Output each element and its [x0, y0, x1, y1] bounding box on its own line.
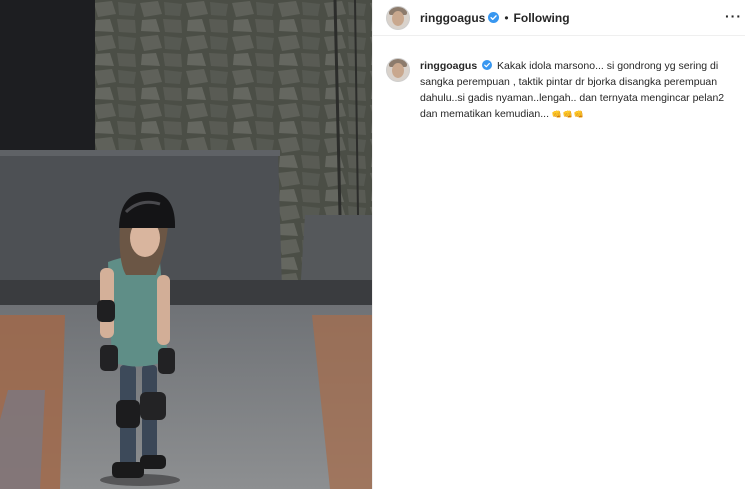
post-photo[interactable] [0, 0, 372, 489]
username-link[interactable]: ringgoagus [420, 11, 485, 25]
post-side-panel: ringgoagus • Following ··· ringgoagus Ka… [372, 0, 745, 489]
verified-badge-icon [488, 12, 500, 23]
following-button[interactable]: Following [514, 11, 570, 25]
skatepark-kid-photo [0, 0, 372, 489]
caption-verified-badge-icon [482, 60, 493, 70]
caption-username-link[interactable]: ringgoagus [420, 60, 477, 72]
caption-comment: ringgoagus Kakak idola marsono... si gon… [373, 36, 745, 123]
avatar[interactable] [386, 5, 410, 30]
more-options-icon[interactable]: ··· [725, 8, 742, 24]
fist-emoji: 👊👊👊 [551, 110, 585, 119]
caption-avatar[interactable] [386, 58, 410, 82]
separator-dot: • [504, 10, 509, 25]
post-header: ringgoagus • Following ··· [373, 0, 745, 36]
caption-text-block: ringgoagus Kakak idola marsono... si gon… [420, 58, 732, 123]
